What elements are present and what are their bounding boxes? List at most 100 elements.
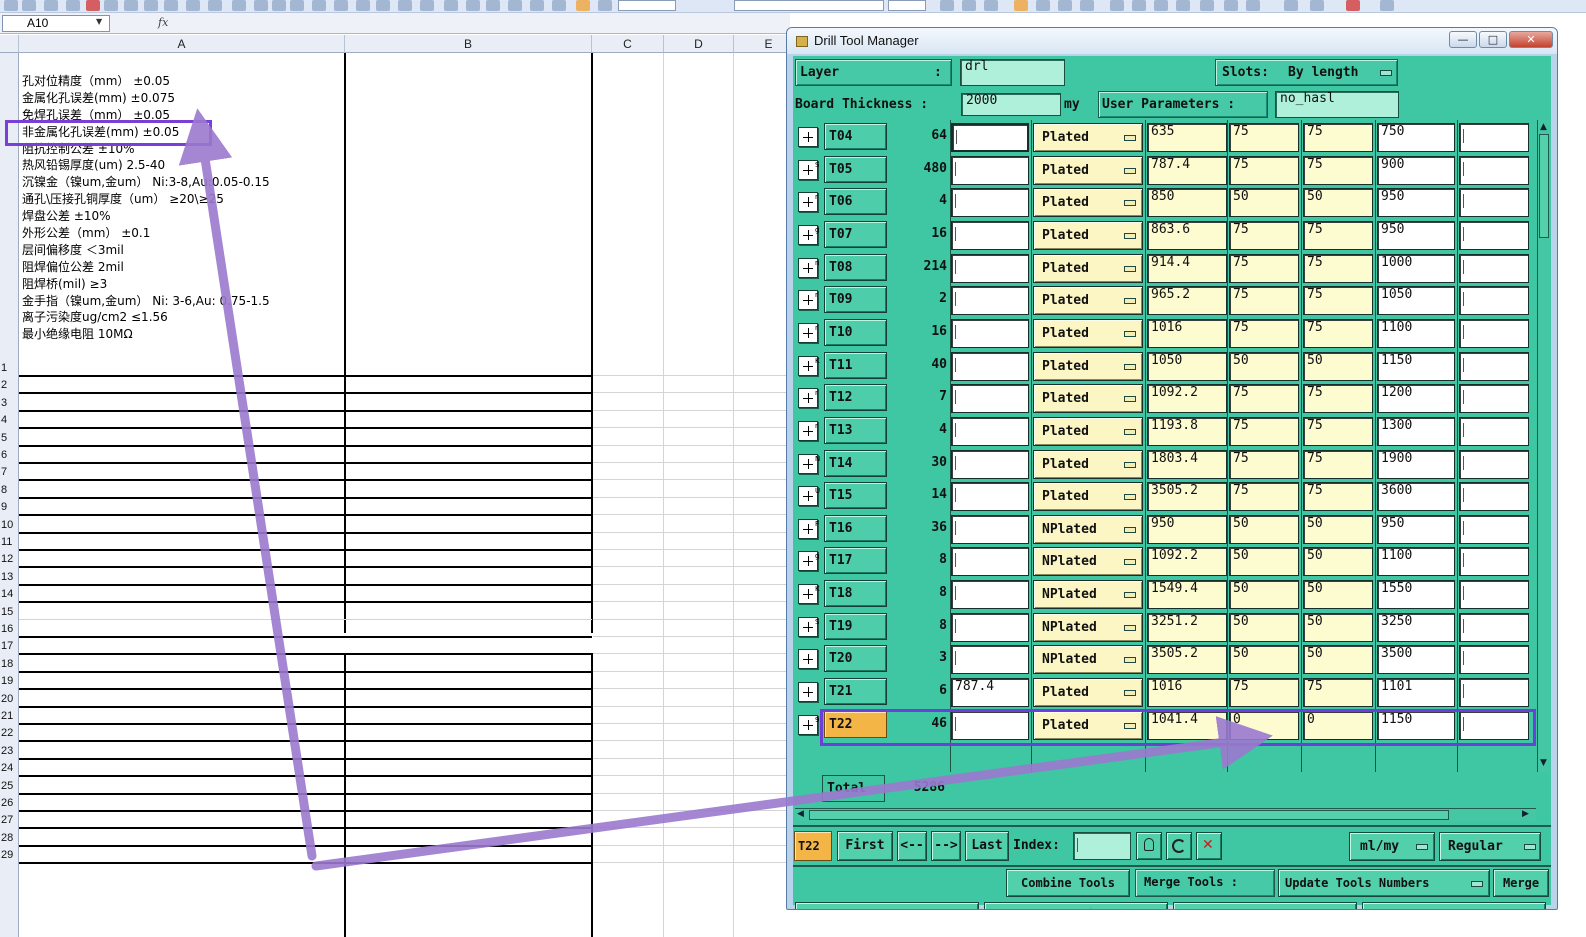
tool-drill-override-field[interactable]	[951, 253, 1029, 283]
tool-plus-tolerance-field[interactable]: 75	[1229, 123, 1299, 152]
tool-plus-tolerance-field[interactable]: 75	[1229, 416, 1299, 446]
tool-finish-size-field[interactable]: 1100	[1377, 318, 1455, 348]
row-number[interactable]: 19	[0, 675, 19, 687]
tool-minus-tolerance-field[interactable]: 75	[1303, 678, 1373, 708]
tool-minus-tolerance-field[interactable]: 50	[1303, 351, 1373, 381]
toolbar-button[interactable]	[144, 0, 158, 11]
expand-plus-icon[interactable]: F	[798, 518, 819, 539]
merge-button[interactable]: Merge	[1493, 869, 1549, 897]
tool-drill-override-field[interactable]	[951, 286, 1029, 316]
tool-finish-size-field[interactable]: 1050	[1377, 286, 1455, 316]
tool-drill-size-field[interactable]: 787.4	[1147, 155, 1227, 185]
toolbar-combo[interactable]	[618, 0, 676, 11]
tool-extra-field[interactable]	[1459, 123, 1529, 152]
tool-name-button[interactable]: T19	[824, 612, 887, 640]
tool-plus-tolerance-field[interactable]: 50	[1229, 645, 1299, 675]
toolbar-button[interactable]	[1014, 0, 1028, 11]
toolbar-button[interactable]	[66, 0, 80, 11]
prev-button[interactable]: <--	[897, 831, 927, 861]
toolbar-button[interactable]	[1176, 0, 1190, 11]
tool-name-button[interactable]: T06	[824, 188, 887, 216]
tool-extra-field[interactable]	[1459, 612, 1529, 642]
tool-drill-size-field[interactable]: 950	[1147, 514, 1227, 544]
column-header-e[interactable]: E	[734, 35, 790, 53]
tool-plus-tolerance-field[interactable]: 75	[1229, 318, 1299, 348]
expand-plus-icon[interactable]: S	[798, 159, 819, 180]
tool-plus-tolerance-field[interactable]: 50	[1229, 188, 1299, 218]
tool-type-dropdown[interactable]: NPlated	[1033, 612, 1143, 642]
row-number[interactable]: 24	[0, 762, 19, 774]
row-number[interactable]: 10	[0, 519, 19, 531]
expand-plus-icon[interactable]: K	[798, 355, 820, 376]
toolbar-button[interactable]	[356, 0, 370, 11]
row-number[interactable]: 25	[0, 780, 19, 792]
tool-type-dropdown[interactable]: Plated	[1033, 482, 1143, 512]
tool-plus-tolerance-field[interactable]: 50	[1229, 351, 1299, 381]
expand-plus-icon[interactable]: r	[798, 290, 818, 311]
tool-plus-tolerance-field[interactable]: 50	[1229, 612, 1299, 642]
tool-finish-size-field[interactable]: 1150	[1377, 351, 1455, 381]
tool-minus-tolerance-field[interactable]: 75	[1303, 449, 1373, 479]
toolbar-button[interactable]	[1036, 0, 1050, 11]
tool-type-dropdown[interactable]: Plated	[1033, 678, 1143, 708]
tool-type-dropdown[interactable]: Plated	[1033, 123, 1143, 152]
apply-button[interactable]: Apply	[795, 902, 979, 909]
tool-drill-size-field[interactable]: 1092.2	[1147, 547, 1227, 577]
row-number[interactable]: 4	[0, 414, 19, 426]
toolbar-button[interactable]	[22, 0, 36, 11]
layer-field[interactable]: drl	[960, 59, 1065, 86]
row-number[interactable]: 9	[0, 501, 19, 513]
tool-drill-size-field[interactable]: 850	[1147, 188, 1227, 218]
tool-type-dropdown[interactable]: Plated	[1033, 286, 1143, 316]
combine-tools-button[interactable]: Combine Tools	[1006, 869, 1130, 897]
row-number[interactable]: 7	[0, 466, 19, 478]
row-number[interactable]: 5	[0, 432, 19, 444]
tool-drill-size-field[interactable]: 3505.2	[1147, 482, 1227, 512]
tool-name-button[interactable]: T08	[824, 253, 887, 281]
tool-extra-field[interactable]	[1459, 253, 1529, 283]
horizontal-scrollbar[interactable]: ◀ ▶	[795, 808, 1536, 821]
close-window-button[interactable]: ✕	[1509, 31, 1553, 48]
titlebar[interactable]: Drill Tool Manager — □ ✕	[787, 28, 1557, 54]
tool-type-dropdown[interactable]: NPlated	[1033, 580, 1143, 610]
toolbar-button[interactable]	[1110, 0, 1124, 11]
tool-plus-tolerance-field[interactable]: 75	[1229, 286, 1299, 316]
calc-drills-button[interactable]: Calc Drills	[984, 902, 1168, 909]
tool-drill-size-field[interactable]: 965.2	[1147, 286, 1227, 316]
tool-minus-tolerance-field[interactable]: 50	[1303, 188, 1373, 218]
toolbar-combo[interactable]	[734, 0, 884, 11]
tool-extra-field[interactable]	[1459, 547, 1529, 577]
row-number[interactable]: 3	[0, 397, 19, 409]
expand-plus-icon[interactable]: r	[798, 322, 818, 343]
toolbar-button[interactable]	[1284, 0, 1298, 11]
toolbar-button[interactable]	[508, 0, 522, 11]
mode-dropdown[interactable]: Regular	[1439, 832, 1541, 861]
expand-plus-icon[interactable]: N	[798, 453, 820, 474]
toolbar-button[interactable]	[398, 0, 412, 11]
tool-finish-size-field[interactable]: 950	[1377, 514, 1455, 544]
tool-extra-field[interactable]	[1459, 220, 1529, 250]
toolbar-button[interactable]	[1224, 0, 1238, 11]
tool-minus-tolerance-field[interactable]: 50	[1303, 514, 1373, 544]
expand-plus-icon[interactable]	[798, 649, 818, 670]
tool-drill-size-field[interactable]: 3505.2	[1147, 645, 1227, 675]
delete-button[interactable]: ✕	[1196, 832, 1222, 860]
fx-icon[interactable]: fx	[158, 16, 168, 29]
tool-drill-override-field[interactable]	[951, 416, 1029, 446]
tool-drill-override-field[interactable]	[951, 188, 1029, 218]
tool-drill-override-field[interactable]	[951, 155, 1029, 185]
toolbar-button[interactable]	[1310, 0, 1324, 11]
tool-drill-size-field[interactable]: 863.6	[1147, 220, 1227, 250]
tool-minus-tolerance-field[interactable]: 75	[1303, 318, 1373, 348]
tool-name-button[interactable]: T04	[824, 123, 887, 150]
expand-plus-icon[interactable]: g	[798, 551, 819, 572]
user-params-field[interactable]: no_hasl	[1275, 91, 1399, 118]
tool-drill-override-field[interactable]	[951, 580, 1029, 610]
expand-plus-icon[interactable]	[798, 682, 818, 703]
row-number[interactable]: 20	[0, 693, 19, 705]
tool-name-button[interactable]: T13	[824, 416, 887, 444]
tool-plus-tolerance-field[interactable]: 75	[1229, 220, 1299, 250]
column-header-b[interactable]: B	[345, 35, 592, 53]
toolbar-button[interactable]	[940, 0, 954, 11]
tool-type-dropdown[interactable]: Plated	[1033, 318, 1143, 348]
